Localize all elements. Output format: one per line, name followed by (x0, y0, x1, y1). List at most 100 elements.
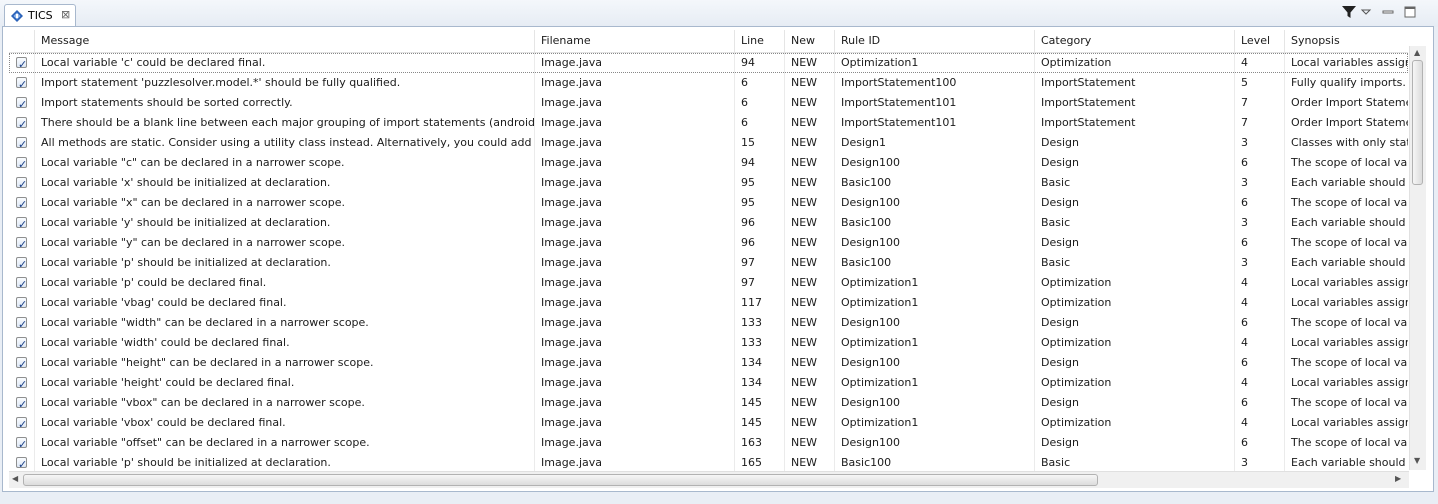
table-row[interactable]: ✓ Local variable 'p' should be initialize… (9, 253, 1408, 273)
checkbox[interactable]: ✓ (16, 237, 27, 251)
table-row[interactable]: ✓ Import statement 'puzzlesolver.model.*'… (9, 73, 1408, 93)
scroll-down-icon[interactable]: ▼ (1414, 456, 1420, 465)
row-checkbox[interactable]: ✓ (9, 293, 35, 313)
column-header-filename[interactable]: Filename (535, 30, 735, 52)
tab-tics[interactable]: TICS ⊠ (4, 4, 76, 26)
row-checkbox[interactable]: ✓ (9, 353, 35, 373)
checkbox[interactable]: ✓ (16, 437, 27, 451)
checkbox[interactable]: ✓ (16, 377, 27, 391)
table-row[interactable]: ✓ Local variable 'vbox' could be declared… (9, 413, 1408, 433)
column-header-check[interactable] (9, 30, 35, 52)
table-row[interactable]: ✓ Local variable 'p' should be initialize… (9, 453, 1408, 473)
table-row[interactable]: ✓ Local variable "x" can be declared in a… (9, 193, 1408, 213)
checkbox[interactable]: ✓ (16, 137, 27, 151)
cell-new: NEW (785, 253, 835, 273)
column-header-new[interactable]: New (785, 30, 835, 52)
horizontal-scrollbar[interactable]: ◀ ▶ (9, 471, 1409, 488)
table-row[interactable]: ✓ Local variable "height" can be declared… (9, 353, 1408, 373)
row-checkbox[interactable]: ✓ (9, 233, 35, 253)
table-row[interactable]: ✓ Local variable 'vbag' could be declared… (9, 293, 1408, 313)
checkbox[interactable]: ✓ (16, 117, 27, 131)
checkbox[interactable]: ✓ (16, 97, 27, 111)
row-checkbox[interactable]: ✓ (9, 333, 35, 353)
checkbox[interactable]: ✓ (16, 337, 27, 351)
row-checkbox[interactable]: ✓ (9, 373, 35, 393)
table-row[interactable]: ✓ Local variable "vbox" can be declared i… (9, 393, 1408, 413)
column-header-synopsis[interactable]: Synopsis (1285, 30, 1408, 52)
row-checkbox[interactable]: ✓ (9, 173, 35, 193)
cell-filename: Image.java (535, 273, 735, 293)
cell-line: 134 (735, 373, 785, 393)
table-row[interactable]: ✓ Local variable 'p' could be declared fi… (9, 273, 1408, 293)
table-row[interactable]: ✓ Local variable "y" can be declared in a… (9, 233, 1408, 253)
table-row[interactable]: ✓ Local variable "width" can be declared … (9, 313, 1408, 333)
row-checkbox[interactable]: ✓ (9, 153, 35, 173)
table-row[interactable]: ✓ Local variable 'height' could be declar… (9, 373, 1408, 393)
row-checkbox[interactable]: ✓ (9, 313, 35, 333)
filter-icon[interactable] (1341, 4, 1357, 20)
view-menu-icon[interactable] (1360, 4, 1372, 20)
cell-filename: Image.java (535, 313, 735, 333)
cell-line: 145 (735, 413, 785, 433)
row-checkbox[interactable]: ✓ (9, 193, 35, 213)
row-checkbox[interactable]: ✓ (9, 93, 35, 113)
row-checkbox[interactable]: ✓ (9, 453, 35, 473)
checkbox[interactable]: ✓ (16, 57, 27, 71)
scroll-right-icon[interactable]: ▶ (1395, 474, 1401, 483)
minimize-icon[interactable] (1380, 4, 1396, 20)
row-checkbox[interactable]: ✓ (9, 273, 35, 293)
row-checkbox[interactable]: ✓ (9, 53, 35, 73)
row-checkbox[interactable]: ✓ (9, 213, 35, 233)
cell-new: NEW (785, 333, 835, 353)
row-checkbox[interactable]: ✓ (9, 393, 35, 413)
row-checkbox[interactable]: ✓ (9, 113, 35, 133)
scroll-up-icon[interactable]: ▲ (1414, 48, 1420, 57)
vertical-scrollbar[interactable]: ▲ ▼ (1409, 46, 1426, 470)
maximize-icon[interactable] (1402, 4, 1418, 20)
table-row[interactable]: ✓ All methods are static. Consider using … (9, 133, 1408, 153)
table-row[interactable]: ✓ Local variable 'y' should be initialize… (9, 213, 1408, 233)
checkbox[interactable]: ✓ (16, 257, 27, 271)
table-row[interactable]: ✓ Local variable 'x' should be initialize… (9, 173, 1408, 193)
column-header-level[interactable]: Level (1235, 30, 1285, 52)
cell-category: Basic (1035, 213, 1235, 233)
row-checkbox[interactable]: ✓ (9, 253, 35, 273)
column-header-line[interactable]: Line (735, 30, 785, 52)
row-checkbox[interactable]: ✓ (9, 73, 35, 93)
checkbox[interactable]: ✓ (16, 397, 27, 411)
checkbox[interactable]: ✓ (16, 197, 27, 211)
vertical-scroll-thumb[interactable] (1412, 60, 1423, 185)
table-row[interactable]: ✓ Local variable 'width' could be declare… (9, 333, 1408, 353)
scroll-left-icon[interactable]: ◀ (12, 474, 18, 483)
checkbox[interactable]: ✓ (16, 317, 27, 331)
cell-level: 3 (1235, 253, 1285, 273)
table-row[interactable]: ✓ Local variable "offset" can be declared… (9, 433, 1408, 453)
row-checkbox[interactable]: ✓ (9, 433, 35, 453)
cell-synopsis: The scope of local variables... (1291, 236, 1408, 249)
checkbox[interactable]: ✓ (16, 157, 27, 171)
checkbox[interactable]: ✓ (16, 457, 27, 471)
checkbox[interactable]: ✓ (16, 177, 27, 191)
checkbox[interactable]: ✓ (16, 357, 27, 371)
cell-line: 94 (735, 153, 785, 173)
table-row[interactable]: ✓ There should be a blank line between ea… (9, 113, 1408, 133)
checkbox[interactable]: ✓ (16, 77, 27, 91)
checkbox[interactable]: ✓ (16, 217, 27, 231)
checkbox[interactable]: ✓ (16, 417, 27, 431)
column-header-category[interactable]: Category (1035, 30, 1235, 52)
checkbox[interactable]: ✓ (16, 297, 27, 311)
table-row[interactable]: ✓ Local variable 'c' could be declared fi… (9, 53, 1408, 73)
table-row[interactable]: ✓ Import statements should be sorted corr… (9, 93, 1408, 113)
column-header-rule-id[interactable]: Rule ID (835, 30, 1035, 52)
cell-message: Local variable "height" can be declared … (35, 353, 535, 373)
horizontal-scroll-thumb[interactable] (23, 474, 1098, 486)
cell-synopsis: The scope of local variables... (1291, 356, 1408, 369)
table-row[interactable]: ✓ Local variable "c" can be declared in a… (9, 153, 1408, 173)
cell-line: 95 (735, 193, 785, 213)
close-icon[interactable]: ⊠ (61, 8, 70, 21)
cell-category: Basic (1035, 253, 1235, 273)
checkbox[interactable]: ✓ (16, 277, 27, 291)
row-checkbox[interactable]: ✓ (9, 413, 35, 433)
row-checkbox[interactable]: ✓ (9, 133, 35, 153)
column-header-message[interactable]: Message (35, 30, 535, 52)
